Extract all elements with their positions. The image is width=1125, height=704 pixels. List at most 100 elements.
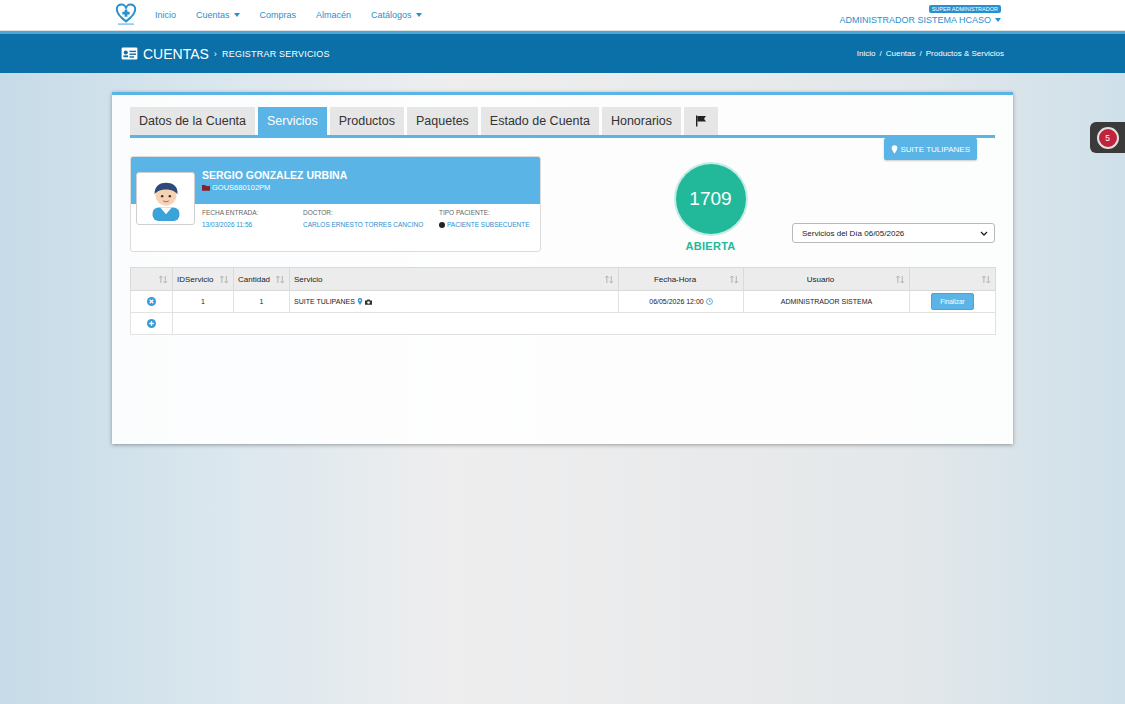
menu-label: Compras	[260, 10, 297, 20]
menu-item[interactable]: Compras	[250, 10, 307, 20]
tab-bar: Datos de la Cuenta Servicios Productos Paqu…	[130, 107, 995, 138]
breadcrumb-item[interactable]: Cuentas	[886, 49, 916, 58]
tab-label: Paquetes	[416, 114, 469, 128]
caret-down-icon	[995, 18, 1001, 22]
tab[interactable]	[684, 107, 718, 135]
field-label: DOCTOR:	[303, 209, 439, 216]
breadcrumb-item[interactable]: Inicio	[857, 49, 876, 58]
remove-circle-icon[interactable]	[147, 297, 156, 306]
add-row	[131, 313, 996, 335]
column-header[interactable]: Usuario	[744, 268, 910, 291]
tab-label: Servicios	[267, 114, 318, 128]
notifications-badge[interactable]: 5	[1090, 122, 1125, 153]
finish-label: Finalizar	[940, 298, 965, 305]
menu-item[interactable]: Catálogos	[361, 10, 432, 20]
datetime: 06/05/2026 12:00	[649, 298, 704, 305]
service-name: SUITE TULIPANES	[294, 298, 355, 305]
subtitle: REGISTRAR SERVICIOS	[222, 49, 330, 59]
sort-icon	[605, 276, 614, 283]
sort-icon	[276, 276, 285, 283]
clock-icon	[706, 298, 713, 305]
field-label: FECHA ENTRADA:	[202, 209, 303, 216]
add-circle-icon[interactable]	[147, 319, 156, 328]
column-label: Fecha-Hora	[623, 275, 727, 284]
account-panel: Datos de la Cuenta Servicios Productos Paqu…	[112, 92, 1013, 444]
column-header[interactable]: IDServicio	[173, 268, 234, 291]
column-header[interactable]: Cantidad	[234, 268, 290, 291]
patient-rfc: GOUS680102PM	[202, 183, 536, 192]
tab-label: Productos	[339, 114, 395, 128]
menu-item[interactable]: Cuentas	[186, 10, 250, 20]
menu-item[interactable]: Inicio	[145, 10, 186, 20]
avatar	[136, 172, 195, 225]
tab-label: Datos de la Cuenta	[139, 114, 246, 128]
sort-icon	[730, 276, 739, 283]
column-header[interactable]	[910, 268, 996, 291]
sort-icon	[220, 276, 229, 283]
column-header[interactable]	[131, 268, 173, 291]
separator: ›	[214, 49, 217, 59]
sort-icon	[159, 276, 168, 283]
menu-label: Inicio	[155, 10, 176, 20]
tab[interactable]: Productos	[330, 107, 404, 135]
account-status: ABIERTA	[685, 240, 735, 252]
tab[interactable]: Honorarios	[602, 107, 681, 135]
column-header[interactable]: Fecha-Hora	[619, 268, 744, 291]
user-box: SUPER ADMINISTRADOR ADMINISTRADOR SISTEMA…	[839, 5, 1001, 25]
status-dot	[439, 222, 445, 228]
chevron-down-icon	[980, 231, 988, 236]
patient-field: DOCTOR: CARLOS ERNESTO TORRES CANCINO	[303, 209, 439, 228]
column-label: Usuario	[748, 275, 893, 284]
hospital-logo-icon[interactable]	[115, 3, 137, 27]
field-value: 13/03/2026 11:56	[202, 221, 252, 228]
day-select[interactable]: Servicios del Día 06/05/2026	[792, 223, 995, 243]
sort-icon	[896, 276, 905, 283]
id-card-icon	[121, 47, 138, 60]
tab-label: Honorarios	[611, 114, 672, 128]
sort-icon	[982, 276, 991, 283]
breadcrumb: Inicio/Cuentas/Productos & Servicios	[857, 49, 1004, 58]
menu-item[interactable]: Almacén	[306, 10, 361, 20]
tab[interactable]: Servicios	[258, 107, 327, 135]
caret-down-icon	[416, 13, 422, 17]
column-label: IDServicio	[177, 275, 217, 284]
menu-label: Catálogos	[371, 10, 412, 20]
account-number-text: 1709	[689, 188, 731, 210]
caret-down-icon	[234, 13, 240, 17]
main-menu: Inicio Cuentas Compras Almacén Catálogos	[145, 10, 432, 20]
tab-label: Estado de Cuenta	[490, 114, 590, 128]
breadcrumb-separator: /	[920, 49, 922, 58]
patient-field: TIPO PACIENTE: PACIENTE SUBSECUENTE	[439, 209, 536, 228]
user-menu[interactable]: ADMINISTRADOR SISTEMA HCASO	[839, 15, 1001, 25]
column-header[interactable]: Servicio	[290, 268, 619, 291]
location-button[interactable]: SUITE TULIPANES	[884, 138, 978, 160]
role-badge: SUPER ADMINISTRADOR	[929, 5, 1001, 13]
menu-label: Cuentas	[196, 10, 230, 20]
location-label: SUITE TULIPANES	[901, 145, 971, 154]
user-name: ADMINISTRADOR SISTEMA HCASO	[839, 15, 991, 25]
map-pin-icon	[357, 298, 363, 305]
field-value: PACIENTE SUBSECUENTE	[447, 221, 530, 228]
folder-icon	[202, 184, 210, 191]
user: ADMINISTRADOR SISTEMA	[781, 298, 872, 305]
tab[interactable]: Datos de la Cuenta	[130, 107, 255, 135]
tab[interactable]: Estado de Cuenta	[481, 107, 599, 135]
menu-label: Almacén	[316, 10, 351, 20]
tab[interactable]: Paquetes	[407, 107, 478, 135]
map-pin-icon	[891, 145, 898, 154]
patient-name: SERGIO GONZALEZ URBINA	[202, 169, 536, 181]
table-row: 11SUITE TULIPANES06/05/2026 12:00ADMINIS…	[131, 291, 996, 313]
account-number: 1709	[676, 164, 746, 234]
patient-field: FECHA ENTRADA: 13/03/2026 11:56	[202, 209, 303, 228]
page-header: CUENTAS›REGISTRAR SERVICIOSInicio/Cuenta…	[0, 31, 1125, 73]
page-title: CUENTAS›REGISTRAR SERVICIOS	[121, 46, 330, 62]
field-label: TIPO PACIENTE:	[439, 209, 536, 216]
patient-card: SERGIO GONZALEZ URBINA GOUS680102PM FECHA …	[130, 156, 541, 252]
patient-avatar-icon	[143, 177, 189, 221]
services-table: IDServicio CantidadServicio Fecha-Hora Usua…	[130, 267, 996, 335]
notification-count: 5	[1105, 133, 1110, 143]
breadcrumb-separator: /	[879, 49, 881, 58]
field-value: CARLOS ERNESTO TORRES CANCINO	[303, 221, 423, 228]
service-id: 1	[201, 298, 205, 305]
finish-button[interactable]: Finalizar	[931, 293, 974, 310]
